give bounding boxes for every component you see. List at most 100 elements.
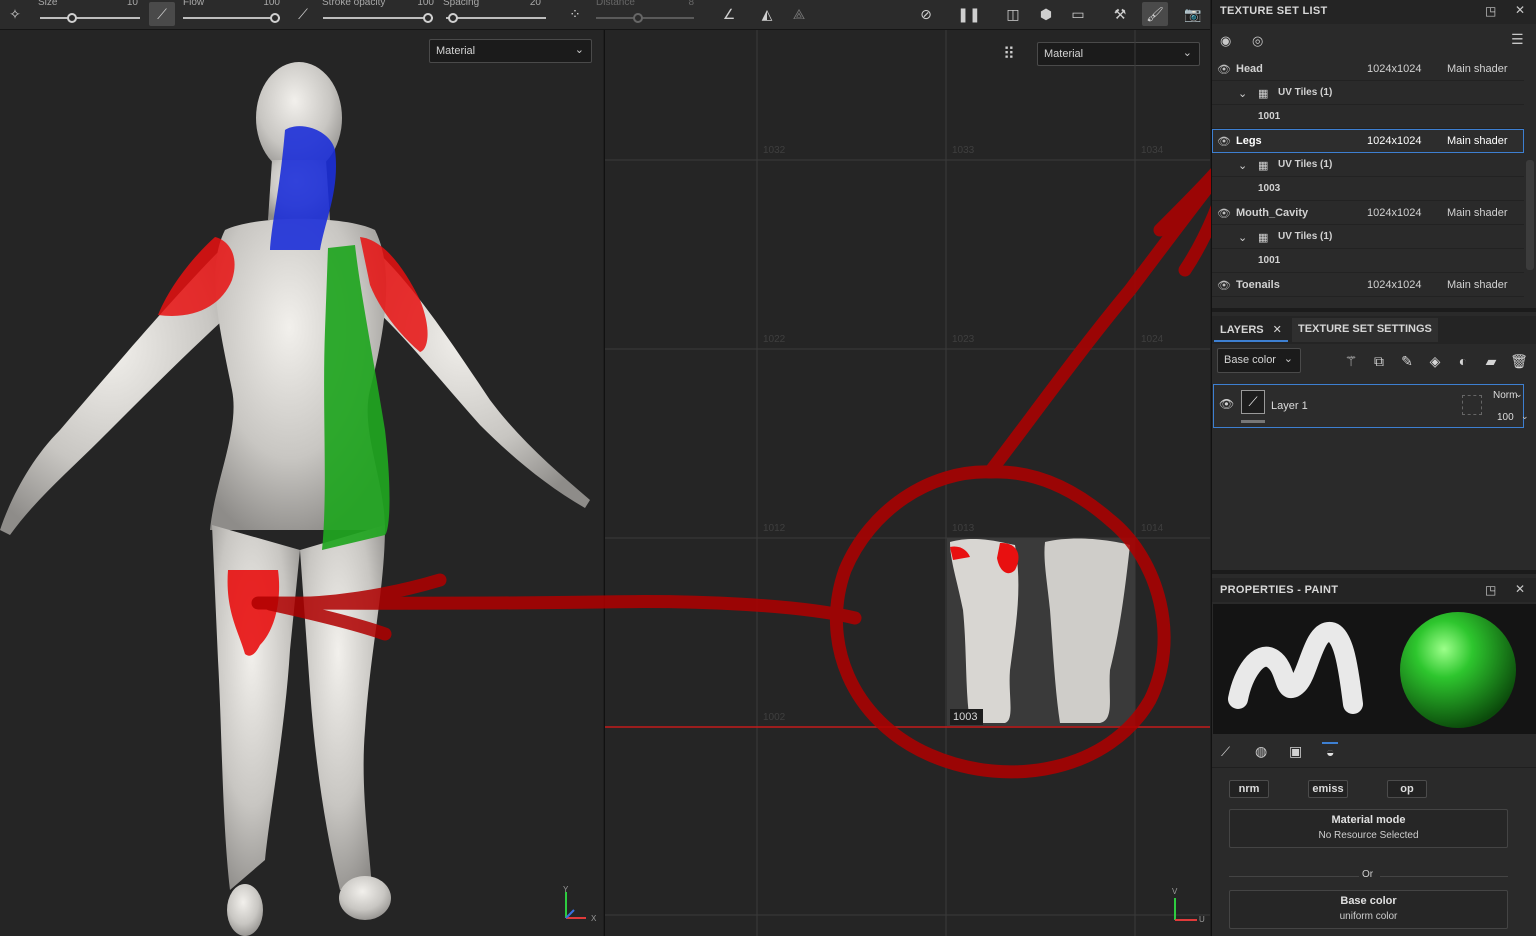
visibility-eye-icon[interactable]: 👁 — [1219, 397, 1234, 411]
texture-set-shader[interactable]: Main shader — [1447, 207, 1508, 219]
axis-v-label: V — [1172, 887, 1178, 896]
camera-split-icon[interactable]: ◫ — [1000, 2, 1026, 26]
layer-mask-bar — [1241, 420, 1265, 423]
spacing-value[interactable]: 20 — [517, 0, 541, 8]
stroke-opacity-knob[interactable] — [423, 13, 433, 23]
delete-layer-icon[interactable]: 🗑 — [1508, 350, 1530, 372]
grid-icon: ▦ — [1258, 232, 1269, 244]
tab-texture-set-settings[interactable]: TEXTURE SET SETTINGS — [1292, 318, 1438, 342]
close-icon[interactable]: ✕ — [1515, 582, 1525, 596]
visibility-eye-icon[interactable]: 👁 — [1217, 207, 1231, 220]
hide-all-icon[interactable]: ◉ — [1220, 33, 1231, 49]
texture-set-row-legs[interactable]: 👁 Legs 1024x1024 Main shader — [1212, 129, 1524, 153]
close-icon[interactable]: ✕ — [1273, 324, 1282, 336]
size-label: Size — [38, 0, 58, 8]
channel-select[interactable]: Base color ⌄ — [1217, 348, 1301, 373]
base-color-box[interactable]: Base color uniform color — [1229, 890, 1508, 929]
alpha-tab-icon[interactable]: ◍ — [1255, 743, 1267, 760]
stencil-tab-icon[interactable]: ▣ — [1289, 743, 1302, 760]
viewport-3d[interactable]: Material ⌄ Y X — [0, 30, 603, 936]
uv-tiles-row-head[interactable]: ⌄ ▦ UV Tiles (1) — [1212, 81, 1524, 105]
texture-set-shader[interactable]: Main shader — [1447, 135, 1508, 147]
add-paint-layer-icon[interactable]: ✎ — [1396, 350, 1418, 372]
uv-tiles-row-legs[interactable]: ⌄ ▦ UV Tiles (1) — [1212, 153, 1524, 177]
uv-tile-row-head[interactable]: 1001 — [1212, 105, 1524, 129]
close-icon[interactable]: ✕ — [1515, 3, 1525, 17]
texture-set-scrollbar[interactable] — [1526, 160, 1534, 270]
flow-slider-knob[interactable] — [270, 13, 280, 23]
material-mode-box[interactable]: Material mode No Resource Selected — [1229, 809, 1508, 848]
projection-icon[interactable]: ⚒ — [1107, 2, 1133, 26]
flow-slider[interactable] — [183, 17, 280, 19]
layer-row[interactable]: 👁 ⟋ Layer 1 Norm ⌄ 100 ⌄ — [1213, 384, 1529, 428]
chevron-down-icon[interactable]: ⌄ — [1238, 87, 1247, 100]
texture-set-row-toenails[interactable]: 👁 Toenails 1024x1024 Main shader — [1212, 273, 1524, 297]
channel-chip-op[interactable]: op — [1387, 780, 1427, 798]
visibility-eye-icon[interactable]: 👁 — [1217, 63, 1231, 76]
texture-set-shader[interactable]: Main shader — [1447, 279, 1508, 291]
stroke-opacity-slider[interactable] — [323, 17, 433, 19]
video-icon[interactable]: ▭ — [1065, 2, 1091, 26]
axis-z-line — [565, 909, 575, 919]
spacing-slider[interactable] — [446, 17, 546, 19]
add-fill-layer-icon[interactable]: ◈ — [1424, 350, 1446, 372]
symmetry-icon[interactable]: ◭ — [754, 2, 780, 26]
layer-name[interactable]: Layer 1 — [1271, 400, 1308, 412]
visibility-eye-icon[interactable]: 👁 — [1217, 135, 1231, 148]
hide-icon[interactable]: ⊘ — [913, 2, 939, 26]
size-slider[interactable] — [40, 17, 140, 19]
undock-icon[interactable]: ◳ — [1485, 583, 1496, 597]
brush-tab-icon[interactable]: ⟋ — [1221, 744, 1230, 760]
pressure-icon[interactable]: ⟋ — [290, 2, 316, 26]
pause-icon[interactable]: ❚❚ — [956, 2, 982, 26]
size-value[interactable]: 10 — [114, 0, 138, 8]
texture-set-row-mouth-cavity[interactable]: 👁 Mouth_Cavity 1024x1024 Main shader — [1212, 201, 1524, 225]
uv-tile-row-mouth-cavity[interactable]: 1001 — [1212, 249, 1524, 273]
properties-tabs: ⟋ ◍ ▣ ◒ — [1212, 736, 1536, 768]
add-folder-icon[interactable]: ▰ — [1480, 350, 1502, 372]
brush-preset-icon[interactable]: ✧ — [2, 2, 28, 26]
uv-tile-row-legs[interactable]: 1003 — [1212, 177, 1524, 201]
viewport-2d[interactable]: ⠿ Material ⌄ 1032 1033 1034 1022 1023 10… — [604, 30, 1210, 936]
lazy-mouse-icon[interactable]: ⁘ — [562, 2, 588, 26]
tab-layers[interactable]: LAYERS ✕ — [1214, 318, 1288, 342]
flow-value[interactable]: 100 — [256, 0, 280, 8]
mirror-icon[interactable]: ⟁ — [786, 2, 812, 26]
tool-properties-bar: ✧ Size 10 ⟋ Flow 100 ⟋ Stroke opacity 10… — [0, 0, 1210, 30]
angle-icon[interactable]: ∠ — [716, 2, 742, 26]
uv-tile-id: 1001 — [1258, 111, 1281, 122]
chevron-down-icon[interactable]: ⌄ — [1238, 231, 1247, 244]
chevron-down-icon[interactable]: ⌄ — [1515, 389, 1523, 400]
menu-icon[interactable]: ☰ — [1511, 31, 1524, 48]
base-color-title: Base color — [1340, 895, 1397, 907]
chevron-down-icon[interactable]: ⌄ — [1238, 159, 1247, 172]
undock-icon[interactable]: ◳ — [1485, 4, 1496, 18]
layer-opacity-value[interactable]: 100 — [1497, 412, 1514, 423]
blend-mode-value[interactable]: Norm — [1493, 390, 1517, 401]
cube-icon[interactable]: ⬢ — [1033, 2, 1059, 26]
add-smart-mask-icon[interactable]: ⧉ — [1368, 350, 1390, 372]
add-effect-icon[interactable]: ⚚ — [1340, 350, 1362, 372]
paint-brush-icon[interactable]: 🖌 — [1142, 2, 1168, 26]
texture-set-row-head[interactable]: 👁 Head 1024x1024 Main shader — [1212, 57, 1524, 81]
add-mask-icon[interactable]: ◐ — [1452, 350, 1474, 372]
visibility-eye-icon[interactable]: 👁 — [1217, 279, 1231, 292]
eye-icon[interactable]: ◎ — [1252, 33, 1263, 49]
alignment-icon[interactable]: ⟋ — [149, 2, 175, 26]
texture-set-shader[interactable]: Main shader — [1447, 63, 1508, 75]
character-model[interactable]: Y X — [0, 30, 603, 936]
mask-slot[interactable] — [1462, 395, 1482, 415]
chevron-down-icon[interactable]: ⌄ — [1521, 411, 1529, 422]
spacing-slider-knob[interactable] — [448, 13, 458, 23]
uv-tiles-row-mouth-cavity[interactable]: ⌄ ▦ UV Tiles (1) — [1212, 225, 1524, 249]
screenshot-icon[interactable]: 📷 — [1180, 2, 1206, 26]
texture-set-name: Mouth_Cavity — [1236, 207, 1309, 219]
material-tab-icon[interactable]: ◒ — [1322, 742, 1339, 760]
channel-chip-emiss[interactable]: emiss — [1308, 780, 1348, 798]
stroke-opacity-value[interactable]: 100 — [410, 0, 434, 8]
size-slider-knob[interactable] — [67, 13, 77, 23]
channel-chip-nrm[interactable]: nrm — [1229, 780, 1269, 798]
texture-set-size: 1024x1024 — [1367, 63, 1422, 75]
texture-set-size: 1024x1024 — [1367, 279, 1422, 291]
channel-select-value: Base color — [1224, 354, 1276, 366]
